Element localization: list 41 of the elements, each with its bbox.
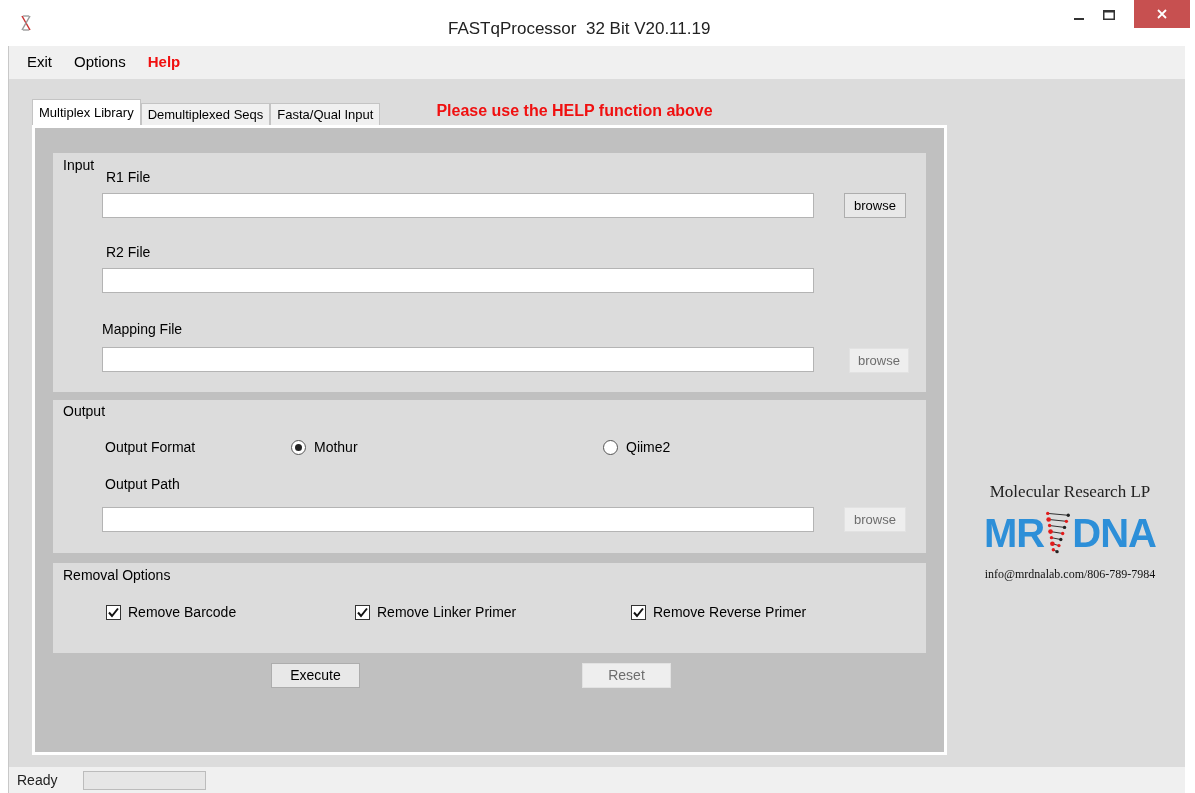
window-title: FASTqProcessor 32 Bit V20.11.19	[448, 18, 711, 40]
radio-button[interactable]	[291, 440, 306, 455]
contact-info: info@mrdnalab.com/806-789-7984	[984, 565, 1156, 583]
help-notice: Please use the HELP function above	[436, 101, 713, 121]
company-name: Molecular Research LP	[989, 481, 1151, 503]
tab[interactable]: Demultiplexed Seqs	[140, 103, 271, 125]
text-field[interactable]	[102, 346, 814, 372]
checkbox-option[interactable]: Remove Linker Primer	[355, 602, 517, 623]
status-text: Ready	[17, 770, 59, 790]
menu-item[interactable]: Options	[74, 51, 126, 74]
radio-button[interactable]	[603, 440, 618, 455]
radio-option[interactable]: Qiime2	[603, 437, 671, 458]
tab[interactable]: Fasta/Qual Input	[270, 103, 381, 125]
checkbox[interactable]	[106, 605, 121, 620]
field-label: Output Path	[105, 475, 180, 494]
menu-item[interactable]: Help	[147, 51, 181, 74]
checkbox[interactable]	[355, 605, 370, 620]
text-field[interactable]	[102, 193, 814, 218]
close-button[interactable]	[1134, 0, 1190, 28]
checkbox[interactable]	[631, 605, 646, 620]
field-label: R2 File	[106, 243, 152, 262]
maximize-icon	[1103, 10, 1115, 20]
minimize-icon	[1074, 18, 1084, 20]
checkbox-option[interactable]: Remove Reverse Primer	[631, 602, 807, 623]
checkbox-option[interactable]: Remove Barcode	[106, 602, 237, 623]
menu-item[interactable]: Exit	[27, 51, 52, 74]
field-label: R1 File	[106, 168, 152, 187]
logo: MR DNA	[984, 507, 1156, 559]
field-label: Mapping File	[102, 320, 184, 339]
radio-option[interactable]: Mothur	[291, 437, 358, 458]
action-button[interactable]: Execute	[271, 663, 360, 688]
browse-button[interactable]: browse	[844, 193, 906, 218]
text-field[interactable]	[102, 268, 814, 293]
group-title: Input	[63, 156, 95, 175]
text-field[interactable]	[102, 507, 814, 532]
group-title: Removal Options	[63, 566, 171, 585]
tab[interactable]: Multiplex Library	[32, 99, 141, 125]
group-title: Output	[63, 402, 106, 421]
dna-icon	[20, 14, 32, 32]
field-label: Output Format	[105, 438, 196, 457]
close-icon	[1157, 9, 1167, 19]
